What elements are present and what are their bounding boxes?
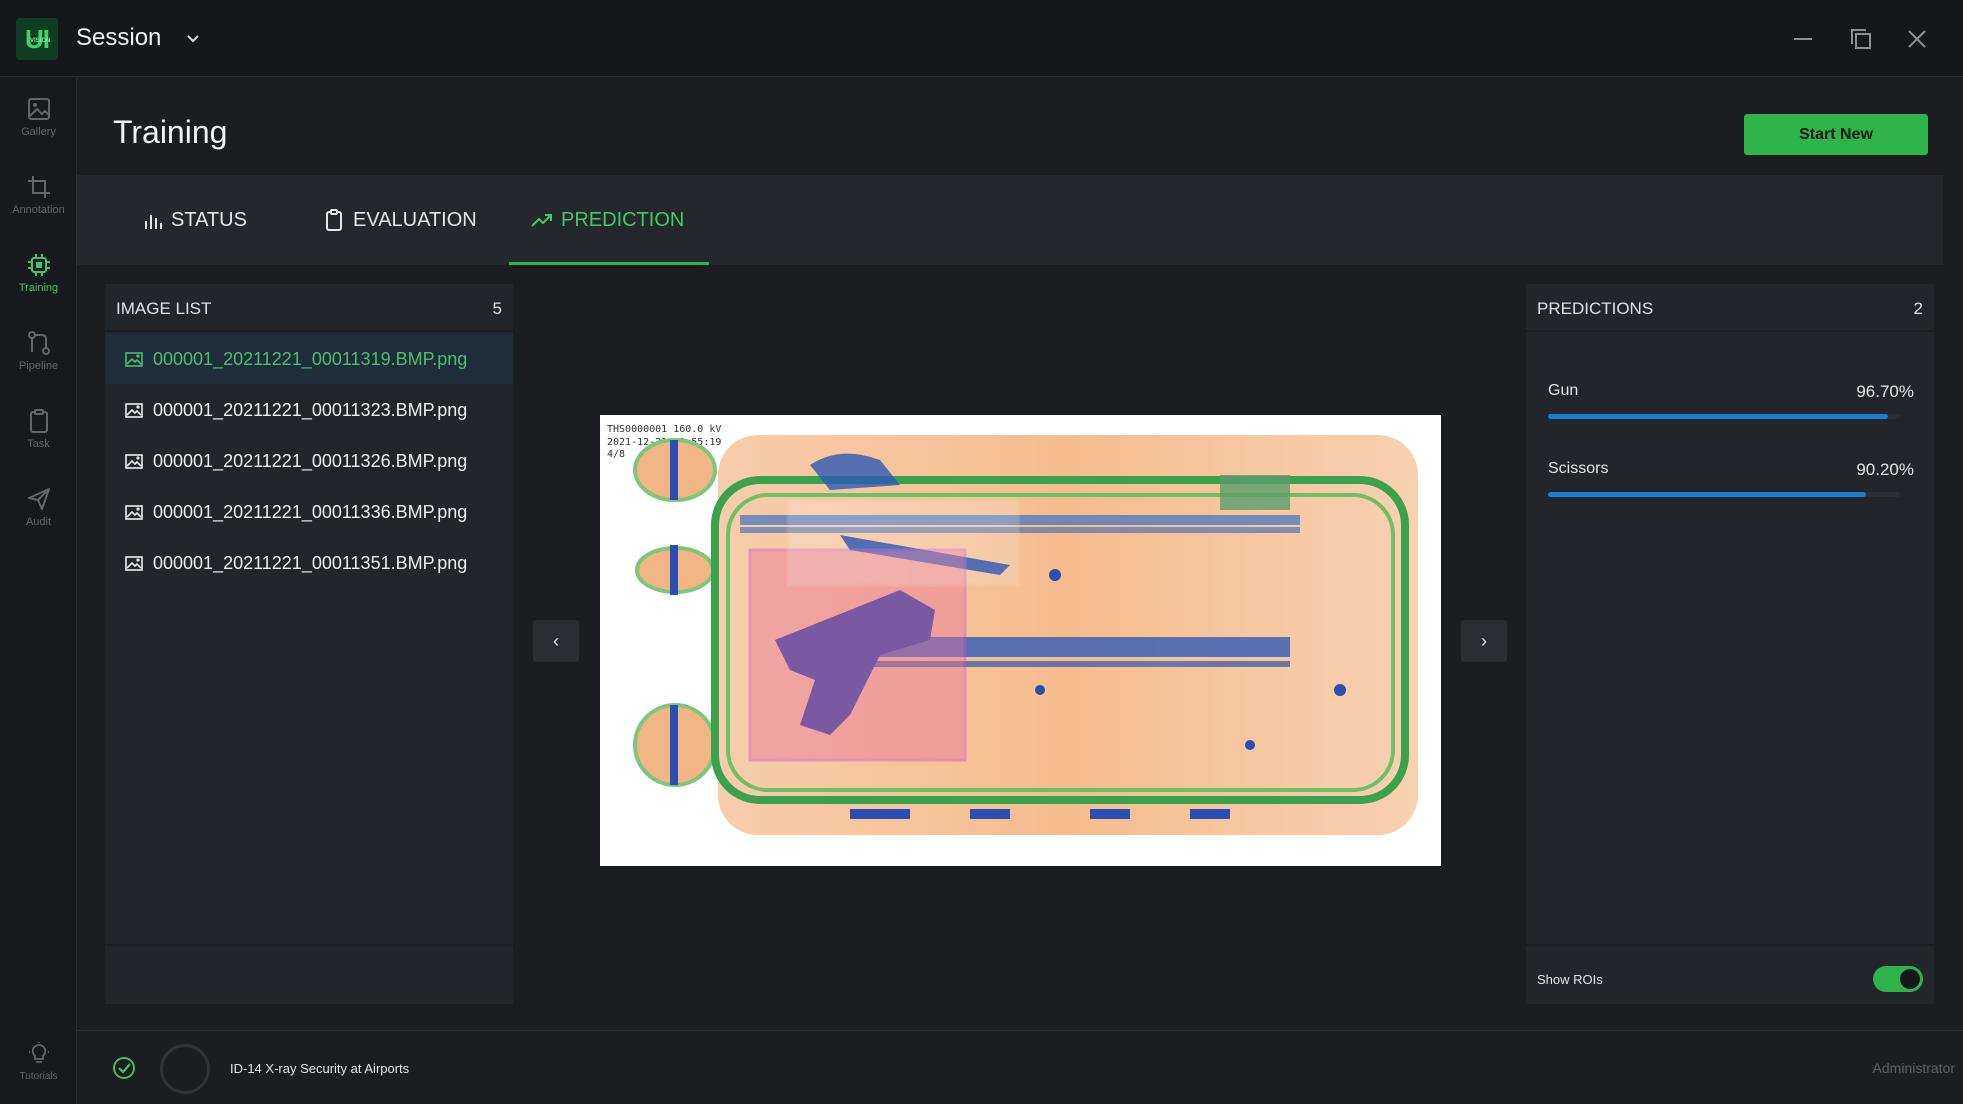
prediction-value: 90.20% xyxy=(1856,460,1914,479)
tab-evaluation[interactable]: EVALUATION xyxy=(323,175,477,265)
session-title[interactable]: Session xyxy=(76,24,161,52)
close-icon xyxy=(1908,30,1926,48)
nav-item-annotation[interactable]: Annotation xyxy=(0,174,77,244)
show-rois-label: Show ROIs xyxy=(1537,972,1603,987)
app-logo: VISION UI xyxy=(16,18,58,60)
nav-item-label: Task xyxy=(27,438,50,450)
list-item-label: 000001_20211221_00011336.BMP.png xyxy=(153,501,468,522)
status-bar: ID-14 X-ray Security at Airports Adminis… xyxy=(77,1030,1963,1104)
nav-item-label: Training xyxy=(18,282,59,294)
tab-label: EVALUATION xyxy=(353,208,477,231)
nav-item-audit[interactable]: Audit xyxy=(0,486,77,556)
prediction-label: Scissors xyxy=(1548,460,1609,477)
list-item-label: 000001_20211221_00011319.BMP.png xyxy=(153,348,468,369)
predictions-count: 2 xyxy=(1913,299,1923,318)
crop-icon xyxy=(27,176,50,198)
list-item[interactable]: 000001_20211221_00011336.BMP.png xyxy=(105,487,513,537)
tab-bar: STATUS EVALUATION PREDICTION xyxy=(77,175,1943,265)
chip-icon xyxy=(27,254,50,276)
previous-image-button[interactable]: ‹ xyxy=(533,620,579,662)
page-title: Training xyxy=(113,114,228,150)
image-file-icon xyxy=(125,352,143,367)
show-rois-toggle[interactable] xyxy=(1873,966,1923,992)
image-list-divider xyxy=(105,944,513,946)
minimize-icon xyxy=(1794,38,1812,40)
nav-item-label: Gallery xyxy=(21,126,56,138)
next-image-button[interactable]: › xyxy=(1461,620,1507,662)
lightbulb-icon xyxy=(28,1042,49,1063)
tab-status[interactable]: STATUS xyxy=(141,175,247,265)
tab-label: STATUS xyxy=(171,208,247,231)
nav-item-label: Tutorials xyxy=(19,1071,58,1082)
list-item-label: 000001_20211221_00011351.BMP.png xyxy=(153,552,468,573)
toggle-knob xyxy=(1900,969,1920,989)
image-list-panel: IMAGE LIST 5 000001_20211221_00011319.BM… xyxy=(105,284,513,1004)
chevron-down-icon[interactable] xyxy=(183,28,203,48)
predictions-title: PREDICTIONS xyxy=(1537,299,1654,318)
image-list-title: IMAGE LIST xyxy=(116,299,212,318)
project-name: ID-14 X-ray Security at Airports xyxy=(230,1061,410,1076)
list-item[interactable]: 000001_20211221_00011319.BMP.png xyxy=(105,334,513,384)
image-file-icon xyxy=(125,403,143,418)
xray-header-line: 4/8 xyxy=(607,449,625,460)
nav-item-tutorials[interactable]: Tutorials xyxy=(0,1042,77,1084)
list-item-label: 000001_20211221_00011326.BMP.png xyxy=(153,450,468,471)
prediction-item: Scissors 90.20% xyxy=(1548,460,1914,520)
restore-icon xyxy=(1851,29,1871,49)
restore-button[interactable] xyxy=(1846,24,1876,54)
clipboard-icon xyxy=(326,209,342,231)
image-icon xyxy=(27,98,50,120)
prediction-label: Gun xyxy=(1548,382,1579,399)
prediction-bar xyxy=(1548,414,1889,419)
prediction-item: Gun 96.70% xyxy=(1548,382,1914,442)
list-item[interactable]: 000001_20211221_00011323.BMP.png xyxy=(105,385,513,435)
image-file-icon xyxy=(125,556,143,571)
prediction-value: 96.70% xyxy=(1856,382,1914,401)
start-new-button[interactable]: Start New xyxy=(1744,114,1928,155)
xray-image: THS0000001 160.0 kV 2021-12-21 11:55:19 … xyxy=(600,415,1441,866)
tab-label: PREDICTION xyxy=(561,208,685,231)
title-bar: VISION UI Session xyxy=(0,0,1963,77)
image-list-header: IMAGE LIST 5 xyxy=(105,284,513,332)
image-file-icon xyxy=(125,454,143,469)
list-item[interactable]: 000001_20211221_00011326.BMP.png xyxy=(105,436,513,486)
nav-item-pipeline[interactable]: Pipeline xyxy=(0,330,77,400)
bar-chart-icon xyxy=(145,215,162,229)
predictions-header: PREDICTIONS 2 xyxy=(1526,284,1934,332)
progress-ring xyxy=(160,1044,210,1094)
minimize-button[interactable] xyxy=(1788,24,1818,54)
check-circle-icon xyxy=(113,1057,135,1079)
nav-item-label: Audit xyxy=(25,516,52,528)
image-list-count: 5 xyxy=(492,299,502,318)
trending-up-icon xyxy=(531,214,552,227)
send-icon xyxy=(27,488,50,510)
left-navigation: Gallery Annotation Training Pipeline Tas… xyxy=(0,78,77,1104)
list-item[interactable]: 000001_20211221_00011351.BMP.png xyxy=(105,538,513,588)
image-file-icon xyxy=(125,505,143,520)
nav-item-label: Pipeline xyxy=(18,360,59,372)
predictions-panel: PREDICTIONS 2 Gun 96.70% Scissors 90.20%… xyxy=(1526,284,1934,1004)
tab-prediction[interactable]: PREDICTION xyxy=(531,175,684,265)
xray-scan-graphic: THS0000001 160.0 kV 2021-12-21 11:55:19 … xyxy=(607,424,1418,835)
app-logo-subtext: VISION xyxy=(30,38,51,44)
clipboard-icon xyxy=(29,409,48,433)
close-button[interactable] xyxy=(1902,24,1932,54)
nav-item-task[interactable]: Task xyxy=(0,408,77,478)
nav-item-label: Annotation xyxy=(12,204,65,216)
nav-item-gallery[interactable]: Gallery xyxy=(0,96,77,166)
xray-header-line: THS0000001 160.0 kV xyxy=(607,424,721,435)
user-name[interactable]: Administrator xyxy=(1873,1060,1955,1076)
active-tab-indicator xyxy=(509,262,709,265)
pipeline-icon xyxy=(27,331,50,355)
list-item-label: 000001_20211221_00011323.BMP.png xyxy=(153,399,468,420)
prediction-bar xyxy=(1548,492,1866,497)
show-rois-row: Show ROIs xyxy=(1526,944,1934,1004)
nav-item-training[interactable]: Training xyxy=(0,252,77,322)
